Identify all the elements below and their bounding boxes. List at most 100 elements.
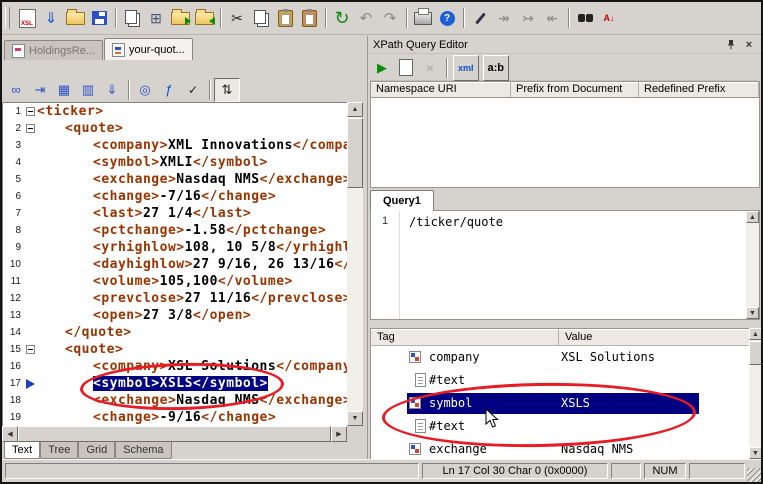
- help-icon[interactable]: ?: [435, 7, 459, 29]
- browser-view-icon[interactable]: ◎: [133, 79, 157, 101]
- code-text[interactable]: <change>-9/16</change>: [37, 410, 347, 425]
- document-tab[interactable]: your-quot...: [104, 38, 193, 60]
- results-splitter[interactable]: [368, 320, 762, 328]
- code-line[interactable]: 8<pctchange>-1.58</pctchange>: [3, 222, 347, 239]
- query-scroll-down-button[interactable]: ▼: [746, 307, 759, 319]
- check-out-icon[interactable]: [168, 7, 192, 29]
- namespace-header-cell[interactable]: Namespace URI: [371, 82, 511, 97]
- fold-collapse-icon[interactable]: [26, 107, 35, 116]
- code-text[interactable]: <pctchange>-1.58</pctchange>: [37, 223, 347, 238]
- code-line[interactable]: 1<ticker>: [3, 103, 347, 120]
- results-header-cell[interactable]: Tag: [371, 329, 559, 345]
- editor-horizontal-scrollbar[interactable]: ◀ ▶: [2, 426, 347, 442]
- code-text[interactable]: <yrhighlow>108, 10 5/8</yrhighlow>: [37, 240, 347, 255]
- open-url-icon[interactable]: ⇓: [39, 7, 63, 29]
- code-text[interactable]: <ticker>: [37, 104, 347, 119]
- vertical-scroll-thumb[interactable]: [347, 118, 363, 188]
- code-line[interactable]: 19<change>-9/16</change>: [3, 409, 347, 426]
- view-tab-schema[interactable]: Schema: [115, 442, 171, 459]
- code-text[interactable]: <change>-7/16</change>: [37, 189, 347, 204]
- code-line[interactable]: 7<last>27 1/4</last>: [3, 205, 347, 222]
- prefix-mapping-button[interactable]: a:b: [483, 55, 510, 81]
- view-tab-tree[interactable]: Tree: [40, 442, 78, 459]
- copy-window-icon[interactable]: [120, 7, 144, 29]
- new-xsl-document-icon[interactable]: XSL: [15, 7, 39, 29]
- results-list[interactable]: companyXSL Solutions#textsymbolXSLS#text…: [370, 346, 749, 459]
- results-scroll-down-button[interactable]: ▼: [749, 447, 762, 459]
- word-wrap-icon[interactable]: ⇥: [28, 79, 52, 101]
- find-icon[interactable]: [573, 7, 597, 29]
- code-line[interactable]: 11<volume>105,100</volume>: [3, 273, 347, 290]
- function-icon[interactable]: ƒ: [157, 79, 181, 101]
- scroll-left-button[interactable]: ◀: [2, 426, 18, 442]
- scroll-right-button[interactable]: ▶: [331, 426, 347, 442]
- code-line[interactable]: 6<change>-7/16</change>: [3, 188, 347, 205]
- sort-az-icon[interactable]: A↓: [597, 7, 621, 29]
- query-text[interactable]: /ticker/quote: [400, 211, 746, 319]
- code-line[interactable]: 9<yrhighlow>108, 10 5/8</yrhighlow>: [3, 239, 347, 256]
- query-scroll-up-button[interactable]: ▲: [746, 211, 759, 223]
- refresh-icon[interactable]: ↻: [330, 7, 354, 29]
- result-row[interactable]: exchangeNasdaq NMS: [371, 438, 749, 459]
- table-export-icon[interactable]: ▥: [76, 79, 100, 101]
- code-line[interactable]: 18<exchange>Nasdaq NMS</exchange>: [3, 392, 347, 409]
- results-scroll-up-button[interactable]: ▲: [749, 328, 762, 340]
- horizontal-scroll-thumb[interactable]: [18, 426, 331, 442]
- code-line[interactable]: 10<dayhighlow>27 9/16, 26 13/16</dayhigh…: [3, 256, 347, 273]
- result-row[interactable]: #text: [371, 369, 749, 392]
- view-tab-grid[interactable]: Grid: [78, 442, 115, 459]
- pin-icon[interactable]: [724, 38, 738, 51]
- scroll-up-button[interactable]: ▲: [347, 102, 363, 117]
- filter-icon[interactable]: ⇅: [214, 78, 240, 102]
- query-editor[interactable]: 1 /ticker/quote ▲ ▼: [370, 210, 760, 320]
- new-query-icon[interactable]: [394, 57, 418, 79]
- results-header-cell[interactable]: Value: [559, 329, 759, 345]
- code-line[interactable]: 16<company>XSL Solutions</company>: [3, 358, 347, 375]
- results-scrollbar[interactable]: ▲ ▼: [749, 328, 762, 459]
- code-line[interactable]: 17<symbol>XSLS</symbol>: [3, 375, 347, 392]
- namespace-header-cell[interactable]: Redefined Prefix: [639, 82, 759, 97]
- fold-collapse-icon[interactable]: [26, 345, 35, 354]
- code-text[interactable]: <open>27 3/8</open>: [37, 308, 347, 323]
- save-icon[interactable]: [87, 7, 111, 29]
- code-editor[interactable]: 1<ticker>2<quote>3<company>XML Innovatio…: [2, 102, 347, 426]
- code-text[interactable]: <prevclose>27 11/16</prevclose>: [37, 291, 347, 306]
- print-icon[interactable]: [411, 7, 435, 29]
- code-text[interactable]: <dayhighlow>27 9/16, 26 13/16</dayhighlo…: [37, 257, 347, 272]
- code-line[interactable]: 14</quote>: [3, 324, 347, 341]
- code-line[interactable]: 2<quote>: [3, 120, 347, 137]
- copy-icon[interactable]: [249, 7, 273, 29]
- query-scrollbar[interactable]: ▲ ▼: [746, 211, 759, 319]
- open-file-icon[interactable]: [63, 7, 87, 29]
- cut-icon[interactable]: ✂: [225, 7, 249, 29]
- editor-vertical-scrollbar[interactable]: ▲ ▼: [347, 102, 363, 426]
- code-text[interactable]: <last>27 1/4</last>: [37, 206, 347, 221]
- check-in-icon[interactable]: [192, 7, 216, 29]
- hyperlink-icon[interactable]: ∞: [4, 79, 28, 101]
- results-scroll-thumb[interactable]: [749, 341, 762, 365]
- result-row[interactable]: companyXSL Solutions: [371, 346, 749, 369]
- new-window-icon[interactable]: ⊞: [144, 7, 168, 29]
- xpath-probe-icon[interactable]: [468, 7, 492, 29]
- xml-source-button[interactable]: xml: [453, 55, 479, 81]
- code-text[interactable]: <quote>: [37, 342, 347, 357]
- code-text[interactable]: <company>XSL Solutions</company>: [37, 359, 347, 374]
- query-tab[interactable]: Query1: [370, 190, 434, 211]
- code-line[interactable]: 15<quote>: [3, 341, 347, 358]
- code-line[interactable]: 5<exchange>Nasdaq NMS</exchange>: [3, 171, 347, 188]
- result-row[interactable]: symbolXSLS: [371, 392, 749, 415]
- code-line[interactable]: 12<prevclose>27 11/16</prevclose>: [3, 290, 347, 307]
- close-icon[interactable]: ×: [742, 38, 756, 51]
- code-text[interactable]: <company>XML Innovations</company>: [37, 138, 347, 153]
- code-text[interactable]: <exchange>Nasdaq NMS</exchange>: [37, 393, 347, 408]
- code-line[interactable]: 3<company>XML Innovations</company>: [3, 137, 347, 154]
- table-view-icon[interactable]: ▦: [52, 79, 76, 101]
- code-line[interactable]: 13<open>27 3/8</open>: [3, 307, 347, 324]
- paste-special-icon[interactable]: [297, 7, 321, 29]
- code-text[interactable]: <volume>105,100</volume>: [37, 274, 347, 289]
- code-text[interactable]: <quote>: [37, 121, 347, 136]
- resize-grip[interactable]: [747, 468, 761, 482]
- code-text[interactable]: </quote>: [37, 325, 347, 340]
- result-row[interactable]: #text: [371, 415, 749, 438]
- view-tab-text[interactable]: Text: [4, 442, 40, 459]
